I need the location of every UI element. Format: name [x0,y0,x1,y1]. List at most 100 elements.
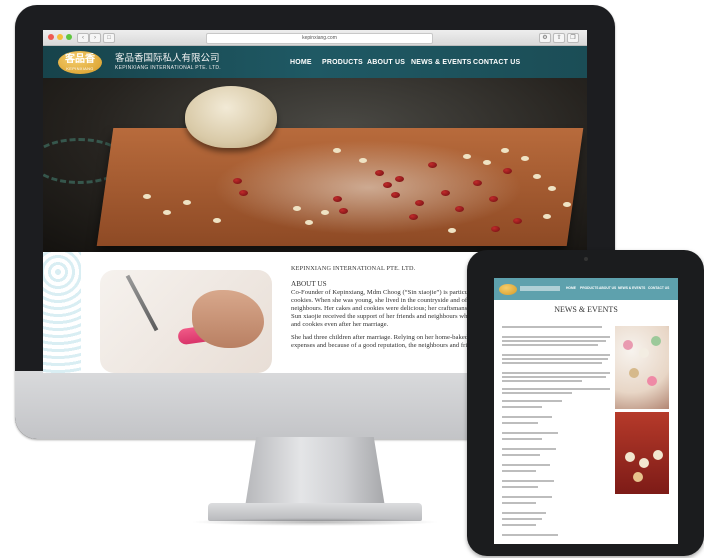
text-line [502,354,610,356]
settings-icon[interactable]: ⚙ [539,33,551,43]
mooncake [633,472,643,482]
tablet-page-title: NEWS & EVENTS [554,305,618,314]
text-line [502,524,536,526]
text-line [502,486,538,488]
back-arrow-icon[interactable]: ‹ [77,33,89,43]
company-name-english: KEPINXIANG INTERNATIONAL PTE. LTD. [115,65,221,71]
imac-shadow [190,518,440,526]
baking-photo [100,270,272,373]
mooncake [639,458,649,468]
tablet-nav-news-events[interactable]: NEWS & EVENTS [618,286,645,290]
browser-toolbar: ‹ › □ kepinxiang.com ⚙ ⇧ ❐ [43,30,587,46]
melon-seed [305,220,313,225]
share-icon[interactable]: ⇧ [553,33,565,43]
text-line [502,512,546,514]
melon-seed [143,194,151,199]
text-line [502,326,602,328]
text-line [502,416,552,418]
close-window-icon[interactable] [48,34,54,40]
nav-contact-us[interactable]: CONTACT US [473,58,520,67]
text-line [502,392,572,394]
text-line [502,340,606,342]
red-bean [473,180,482,186]
maximize-window-icon[interactable] [66,34,72,40]
tablet-nav-about-us[interactable]: ABOUT US [599,286,616,290]
red-bean [375,170,384,176]
text-line [502,438,542,440]
red-bean [503,168,512,174]
red-bean [415,200,424,206]
address-bar[interactable]: kepinxiang.com [206,33,433,44]
text-line [502,388,610,390]
melon-seed [321,210,329,215]
text-line [502,464,550,466]
text-line [502,362,602,364]
melon-seed [463,154,471,159]
nav-products[interactable]: PRODUCTS [322,58,363,67]
melon-seed [483,160,491,165]
logo-english-text: KEPINXIANG [66,66,94,71]
red-bean [513,218,522,224]
decorative-pattern [43,252,81,373]
text-line [502,480,554,482]
red-bean [409,214,418,220]
melon-seed [548,186,556,191]
text-line [502,470,536,472]
sidebar-icon[interactable]: □ [103,33,115,43]
nav-news-events[interactable]: NEWS & EVENTS [411,58,472,67]
red-bean [233,178,242,184]
text-line [502,372,610,374]
red-bean [489,196,498,202]
text-line [502,534,558,536]
company-name-chinese: 客品香国际私人有限公司 [115,53,220,64]
tablet-nav-products[interactable]: PRODUCTS [580,286,599,290]
text-line [502,406,542,408]
text-line [502,448,556,450]
product-photo-gift-box [615,412,669,494]
tablet-brand-logo[interactable] [499,284,517,295]
mooncake [647,376,657,386]
text-line [502,358,608,360]
tablet-nav-contact-us[interactable]: CONTACT US [648,286,669,290]
melon-seed [163,210,171,215]
flour-dusting [213,140,523,235]
tablet-nav-home[interactable]: HOME [566,286,576,290]
nav-home[interactable]: HOME [290,58,312,67]
red-bean [239,190,248,196]
mooncake [639,348,649,358]
melon-seed [533,174,541,179]
nav-about-us[interactable]: ABOUT US [367,58,405,67]
text-line [502,344,598,346]
text-line [502,518,542,520]
forward-arrow-icon[interactable]: › [89,33,101,43]
red-bean [491,226,500,232]
mooncake [629,368,639,378]
mooncake [653,450,663,460]
red-bean [441,190,450,196]
text-line [502,432,558,434]
hero-image [43,78,587,252]
mooncake [651,336,661,346]
text-line [502,502,536,504]
tablet-company-name [520,286,560,291]
site-header: 客品香 KEPINXIANG 客品香国际私人有限公司 KEPINXIANG IN… [43,46,587,78]
melon-seed [359,158,367,163]
ipad-screen: HOME PRODUCTS ABOUT US NEWS & EVENTS CON… [494,278,678,544]
text-line [502,336,610,338]
tablet-site-header: HOME PRODUCTS ABOUT US NEWS & EVENTS CON… [494,278,678,300]
red-bean [395,176,404,182]
red-bean [339,208,348,214]
melon-seed [543,214,551,219]
melon-seed [293,206,301,211]
melon-seed [333,148,341,153]
mooncake [623,340,633,350]
melon-seed [501,148,509,153]
melon-seed [563,202,571,207]
text-line [502,400,562,402]
brand-logo[interactable]: 客品香 KEPINXIANG [58,51,102,74]
product-photo-mooncakes [615,326,669,409]
melon-seed [521,156,529,161]
minimize-window-icon[interactable] [57,34,63,40]
hand [192,290,264,348]
tabs-icon[interactable]: ❐ [567,33,579,43]
